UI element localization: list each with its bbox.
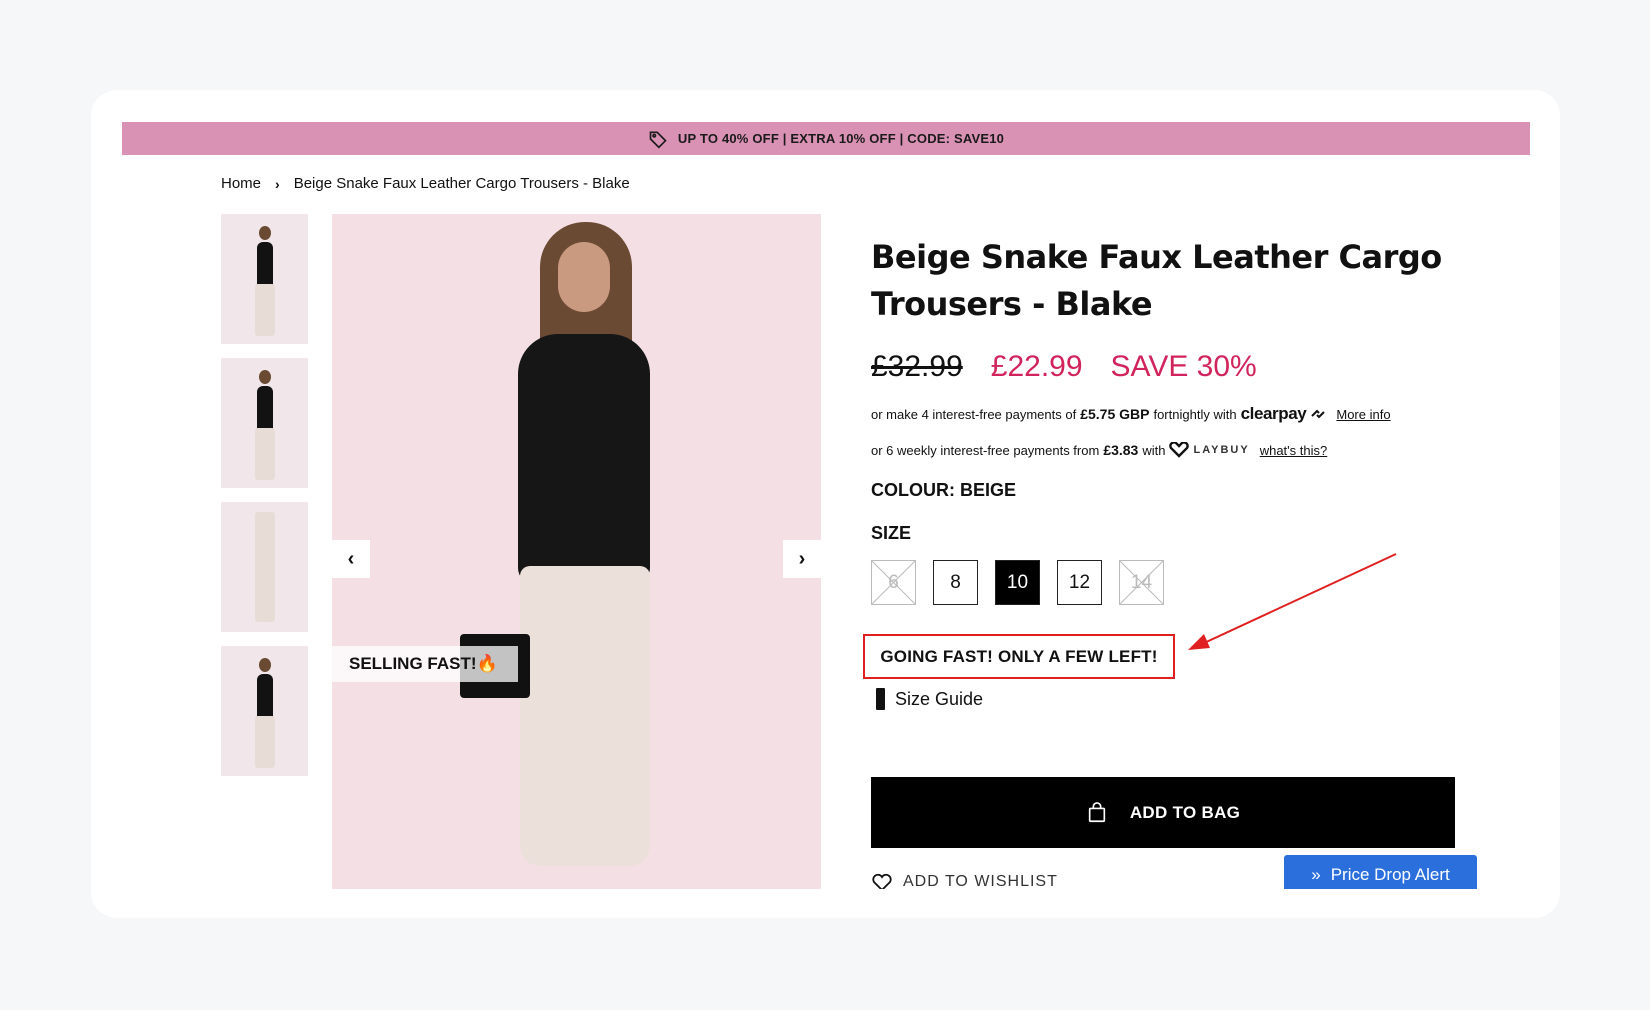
sale-price: £22.99 — [990, 350, 1083, 383]
double-chevron-right-icon: » — [1311, 865, 1321, 884]
model-top — [518, 334, 650, 584]
laybuy-whats-this-link[interactable]: what's this? — [1260, 443, 1328, 458]
laybuy-prefix: or 6 weekly interest-free payments from — [871, 442, 1100, 458]
breadcrumb: Home › Beige Snake Faux Leather Cargo Tr… — [221, 175, 630, 192]
model-trousers — [255, 428, 275, 480]
add-to-wishlist-link[interactable]: ADD TO WISHLIST — [871, 872, 1058, 889]
size-option-label: 12 — [1068, 571, 1091, 593]
add-to-bag-button[interactable]: ADD TO BAG — [871, 777, 1455, 848]
annotation-arrow-icon — [1188, 553, 1397, 650]
clearpay-arrows-icon — [1311, 409, 1326, 419]
chevron-left-icon[interactable]: ‹ — [332, 540, 370, 578]
size-option-label: 8 — [950, 571, 961, 593]
model-top — [257, 674, 273, 718]
size-option-10[interactable]: 10 — [995, 560, 1040, 605]
price-drop-label: Price Drop Alert — [1330, 865, 1450, 884]
model-trousers — [255, 716, 275, 768]
chevron-right-icon[interactable]: › — [783, 540, 821, 578]
breadcrumb-home[interactable]: Home — [221, 175, 261, 192]
original-price: £32.99 — [871, 350, 963, 383]
model-head — [259, 226, 271, 240]
laybuy-middle: with — [1142, 442, 1166, 458]
chevron-right-icon: › — [275, 175, 280, 192]
clearpay-prefix: or make 4 interest-free payments of — [871, 406, 1077, 422]
clearpay-more-info-link[interactable]: More info — [1336, 407, 1390, 422]
thumbnail-1[interactable] — [221, 214, 308, 344]
size-option-6[interactable]: 6 — [871, 560, 916, 605]
model-head — [259, 370, 271, 384]
size-guide-label: Size Guide — [895, 688, 984, 709]
size-guide-link[interactable]: Size Guide — [876, 688, 983, 710]
model-trousers — [255, 512, 275, 622]
price-row: £32.99 £22.99 SAVE 30% — [871, 350, 1471, 384]
size-unavailable-cross — [872, 561, 915, 604]
laybuy-amount: £3.83 — [1103, 442, 1139, 458]
size-unavailable-cross — [1120, 561, 1163, 604]
laybuy-line: or 6 weekly interest-free payments from … — [871, 442, 1471, 458]
heart-icon — [872, 873, 892, 889]
breadcrumb-current: Beige Snake Faux Leather Cargo Trousers … — [293, 175, 630, 192]
main-product-image[interactable]: ‹ › SELLING FAST!🔥 — [332, 214, 821, 889]
promo-banner[interactable]: UP TO 40% OFF | EXTRA 10% OFF | CODE: SA… — [122, 122, 1530, 155]
product-title-line-2: Trousers - Blake — [871, 285, 1153, 323]
product-title-line-1: Beige Snake Faux Leather Cargo — [871, 238, 1442, 276]
clearpay-middle: fortnightly with — [1153, 406, 1237, 422]
model-trousers — [520, 566, 650, 866]
stock-warning: GOING FAST! ONLY A FEW LEFT! — [863, 634, 1175, 679]
promo-text: UP TO 40% OFF | EXTRA 10% OFF | CODE: SA… — [677, 131, 1005, 146]
laybuy-logo: LAYBUY — [1193, 444, 1250, 456]
size-option-12[interactable]: 12 — [1057, 560, 1102, 605]
clearpay-amount: £5.75 GBP — [1080, 406, 1150, 422]
save-percentage: SAVE 30% — [1110, 350, 1257, 383]
size-option-14[interactable]: 14 — [1119, 560, 1164, 605]
tag-icon — [649, 131, 667, 149]
size-label: SIZE — [871, 523, 912, 543]
model-top — [257, 242, 273, 286]
laybuy-heart-icon — [1169, 442, 1190, 458]
wishlist-label: ADD TO WISHLIST — [903, 873, 1058, 889]
product-title: Beige Snake Faux Leather Cargo Trousers … — [871, 234, 1471, 328]
clearpay-logo: clearpay — [1240, 404, 1307, 423]
product-info: Beige Snake Faux Leather Cargo Trousers … — [871, 234, 1471, 605]
model-top — [257, 386, 273, 430]
ruler-icon — [876, 688, 885, 710]
colour-label: COLOUR: BEIGE — [871, 480, 1017, 500]
price-drop-alert-button[interactable]: » Price Drop Alert — [1284, 855, 1477, 889]
model-face — [558, 242, 610, 312]
product-page: UP TO 40% OFF | EXTRA 10% OFF | CODE: SA… — [122, 122, 1530, 889]
add-to-bag-label: ADD TO BAG — [1129, 802, 1241, 822]
thumbnail-3[interactable] — [221, 502, 308, 632]
thumbnail-4[interactable] — [221, 646, 308, 776]
thumbnail-2[interactable] — [221, 358, 308, 488]
model-head — [259, 658, 271, 672]
shopping-bag-icon — [1088, 801, 1105, 822]
clearpay-line: or make 4 interest-free payments of £5.7… — [871, 404, 1471, 424]
model-trousers — [255, 284, 275, 336]
thumbnail-strip — [221, 214, 308, 790]
size-option-label: 10 — [1006, 571, 1029, 593]
selling-fast-badge: SELLING FAST!🔥 — [332, 646, 518, 682]
size-option-8[interactable]: 8 — [933, 560, 978, 605]
